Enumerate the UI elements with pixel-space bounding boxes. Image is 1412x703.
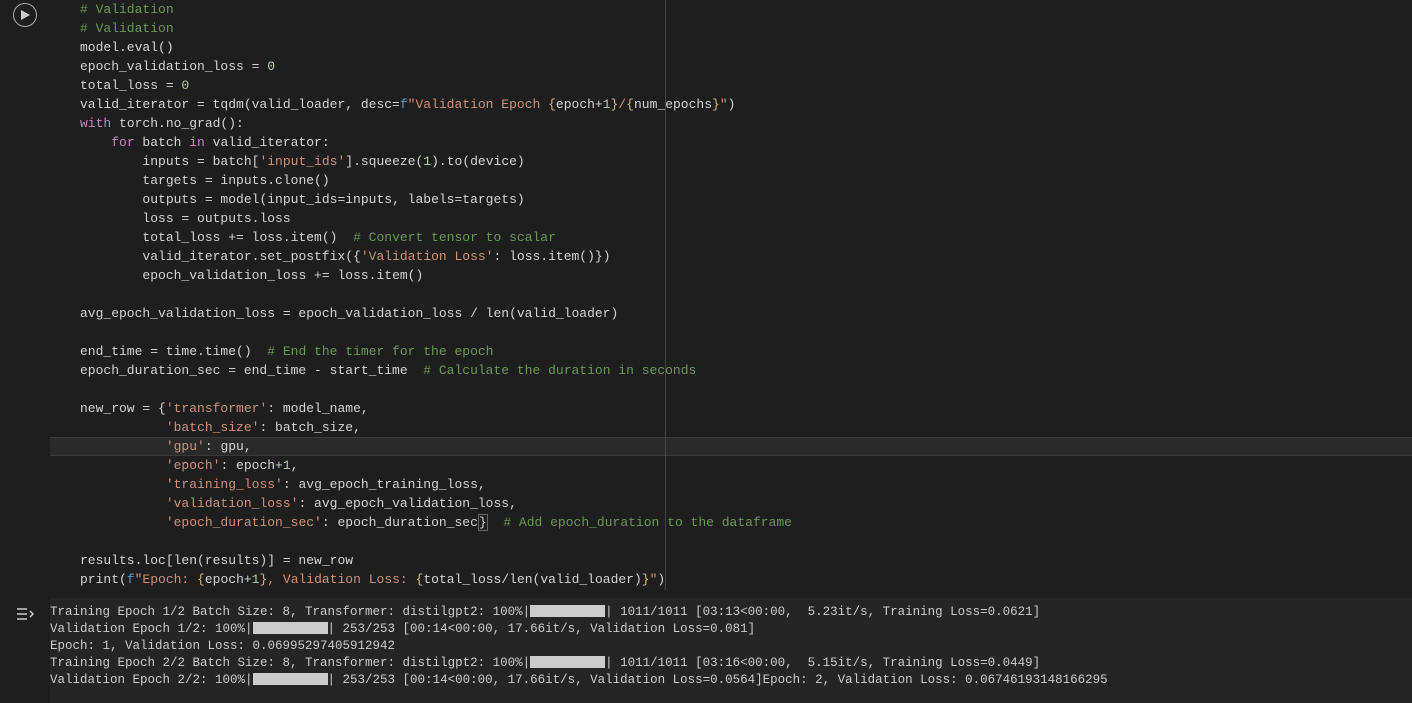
code-line: epoch_duration_sec = end_time - start_ti… [80,363,696,378]
cell-gutter [0,0,50,590]
cell-output[interactable]: Training Epoch 1/2 Batch Size: 8, Transf… [50,598,1412,703]
output-line: Training Epoch 2/2 Batch Size: 8, Transf… [50,656,1040,670]
progress-bar [253,622,328,634]
output-line: Training Epoch 1/2 Batch Size: 8, Transf… [50,605,1040,619]
code-line: results.loc[len(results)] = new_row [80,553,353,568]
play-icon [20,10,30,20]
toggle-output-icon[interactable] [15,604,35,624]
code-line: epoch_validation_loss += loss.item() [80,268,423,283]
code-line: with torch.no_grad(): [80,116,244,131]
code-line: valid_iterator.set_postfix({'Validation … [80,249,611,264]
code-line: epoch_validation_loss = 0 [80,59,275,74]
code-line: # Validation [80,21,174,36]
output-line: Validation Epoch 2/2: 100%|| 253/253 [00… [50,673,1108,687]
code-line: # Validation [80,2,174,17]
output-line: Epoch: 1, Validation Loss: 0.06995297405… [50,639,395,653]
code-line: inputs = batch['input_ids'].squeeze(1).t… [80,154,525,169]
code-line: 'batch_size': batch_size, [80,420,361,435]
code-line: for batch in valid_iterator: [80,135,330,150]
code-line: end_time = time.time() # End the timer f… [80,344,493,359]
code-line: new_row = {'transformer': model_name, [80,401,369,416]
code-line: avg_epoch_validation_loss = epoch_valida… [80,306,618,321]
code-line: outputs = model(input_ids=inputs, labels… [80,192,525,207]
progress-bar [530,656,605,668]
code-line: total_loss = 0 [80,78,189,93]
code-line: targets = inputs.clone() [80,173,330,188]
code-line: 'validation_loss': avg_epoch_validation_… [80,496,517,511]
code-line: loss = outputs.loss [80,211,291,226]
code-line: model.eval() [80,40,174,55]
output-gutter [0,598,50,624]
code-line: 'epoch': epoch+1, [80,458,298,473]
code-line: print(f"Epoch: {epoch+1}, Validation Los… [80,572,665,587]
progress-bar [530,605,605,617]
output-line: Validation Epoch 1/2: 100%|| 253/253 [00… [50,622,755,636]
code-line: 'epoch_duration_sec': epoch_duration_sec… [80,514,792,531]
progress-bar [253,673,328,685]
code-editor[interactable]: # Validation # Validation model.eval() e… [50,0,1412,590]
code-line: total_loss += loss.item() # Convert tens… [80,230,556,245]
code-line: valid_iterator = tqdm(valid_loader, desc… [80,97,735,112]
run-cell-button[interactable] [13,3,37,27]
code-line: 'training_loss': avg_epoch_training_loss… [80,477,486,492]
code-line: 'gpu': gpu, [80,439,252,454]
